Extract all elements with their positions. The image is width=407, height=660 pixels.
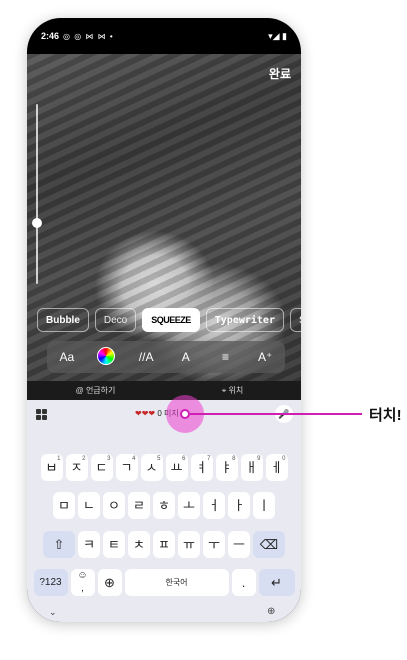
system-icons: ▾◢ ▮	[268, 30, 287, 41]
mention-location-bar: @ 언급하기 ⌖ 위치	[27, 381, 301, 400]
font-style-picker: Bubble Deco SQUEEZE Typewriter S	[37, 308, 301, 332]
text-size-slider[interactable]	[36, 104, 38, 284]
enter-key[interactable]: ↵	[258, 569, 295, 596]
font-deco[interactable]: Deco	[94, 308, 137, 332]
touch-callout-label: 터치!	[369, 407, 402, 424]
key-b[interactable]: ㅂ1	[40, 454, 63, 481]
key-row-3: ⇧ ㅋ ㅌ ㅊ ㅍ ㅠ ㅜ ㅡ ⌫	[27, 531, 301, 558]
key-j[interactable]: ㅈ2	[65, 454, 88, 481]
notification-icons: ◎ ◎ ⋈ ⋈ •	[63, 31, 114, 41]
keyboard: ❤❤❤ 0 미지 🎤 ㅂ1 ㅈ2 ㄷ3 ㄱ4 ㅅ5 ㅛ6 ㅕ7 ㅑ8 ㅐ9 ㅔ0…	[27, 400, 301, 622]
key-s[interactable]: ㅅ5	[140, 454, 163, 481]
period-key[interactable]: .	[231, 569, 256, 596]
key-eu[interactable]: ㅡ	[228, 531, 250, 558]
language-globe-icon[interactable]: ⊕	[267, 606, 275, 617]
key-r[interactable]: ㄹ	[128, 492, 150, 519]
key-t[interactable]: ㅌ	[103, 531, 125, 558]
space-key[interactable]: 한국어	[124, 569, 229, 596]
font-typewriter[interactable]: Typewriter	[205, 308, 284, 332]
stage: 2:46 ◎ ◎ ⋈ ⋈ • ▾◢ ▮ 완료 Bubble Deco SQUEE…	[0, 0, 407, 660]
touch-point	[180, 409, 190, 419]
globe-icon[interactable]: ⊕	[97, 569, 122, 596]
mention-button[interactable]: @ 언급하기	[27, 385, 164, 396]
key-k[interactable]: ㅋ	[78, 531, 100, 558]
status-bar: 2:46 ◎ ◎ ⋈ ⋈ • ▾◢ ▮	[27, 18, 301, 54]
mention-label: 언급하기	[85, 386, 116, 395]
key-a[interactable]: ㅏ	[228, 492, 250, 519]
key-ng[interactable]: ㅇ	[103, 492, 125, 519]
key-row-4: ?123 ☺, ⊕ 한국어 . ↵	[27, 569, 301, 596]
status-time: 2:46	[41, 31, 60, 41]
font-squeeze[interactable]: SQUEEZE	[142, 308, 200, 332]
key-u[interactable]: ㅜ	[203, 531, 225, 558]
key-ae[interactable]: ㅐ9	[240, 454, 263, 481]
key-m[interactable]: ㅁ	[53, 492, 75, 519]
key-g[interactable]: ㄱ4	[115, 454, 138, 481]
done-button[interactable]: 완료	[269, 65, 291, 82]
callout-line	[190, 413, 362, 415]
key-p[interactable]: ㅍ	[153, 531, 175, 558]
effects-button[interactable]: A⁺	[251, 350, 279, 364]
symbols-key[interactable]: ?123	[33, 569, 68, 596]
backspace-key[interactable]: ⌫	[253, 531, 285, 558]
font-next[interactable]: S	[289, 308, 301, 332]
location-label: 위치	[228, 386, 244, 395]
key-n[interactable]: ㄴ	[78, 492, 100, 519]
italic-style-button[interactable]: //A	[132, 350, 160, 364]
emoji-key[interactable]: ☺,	[70, 569, 95, 596]
key-h[interactable]: ㅎ	[153, 492, 175, 519]
font-bubble[interactable]: Bubble	[37, 308, 89, 332]
key-d[interactable]: ㄷ3	[90, 454, 113, 481]
key-row-2: ㅁ ㄴ ㅇ ㄹ ㅎ ㅗ ㅓ ㅏ ㅣ	[27, 492, 301, 519]
hide-keyboard-icon[interactable]: ⌄	[49, 607, 57, 618]
shift-key[interactable]: ⇧	[43, 531, 75, 558]
text-size-slider-knob[interactable]	[32, 218, 42, 228]
text-tools-bar: Aa //A A ≡ A⁺	[47, 341, 285, 373]
key-ya[interactable]: ㅑ8	[215, 454, 238, 481]
font-aa-button[interactable]: Aa	[53, 350, 81, 364]
key-yu[interactable]: ㅠ	[178, 531, 200, 558]
align-icon[interactable]: ≡	[211, 350, 239, 364]
apps-grid-icon[interactable]	[36, 409, 47, 420]
key-eo[interactable]: ㅓ	[203, 492, 225, 519]
nav-bar: ⌄ ⊕	[27, 606, 301, 622]
key-o[interactable]: ㅗ	[178, 492, 200, 519]
key-row-1: ㅂ1 ㅈ2 ㄷ3 ㄱ4 ㅅ5 ㅛ6 ㅕ7 ㅑ8 ㅐ9 ㅔ0	[27, 454, 301, 481]
outline-style-button[interactable]: A	[172, 350, 200, 364]
color-wheel-icon[interactable]	[92, 346, 120, 368]
key-ch[interactable]: ㅊ	[128, 531, 150, 558]
phone-frame: 2:46 ◎ ◎ ⋈ ⋈ • ▾◢ ▮ 완료 Bubble Deco SQUEE…	[27, 18, 301, 622]
key-yeo[interactable]: ㅕ7	[190, 454, 213, 481]
key-yo[interactable]: ㅛ6	[165, 454, 188, 481]
key-e[interactable]: ㅔ0	[265, 454, 288, 481]
key-i[interactable]: ㅣ	[253, 492, 275, 519]
